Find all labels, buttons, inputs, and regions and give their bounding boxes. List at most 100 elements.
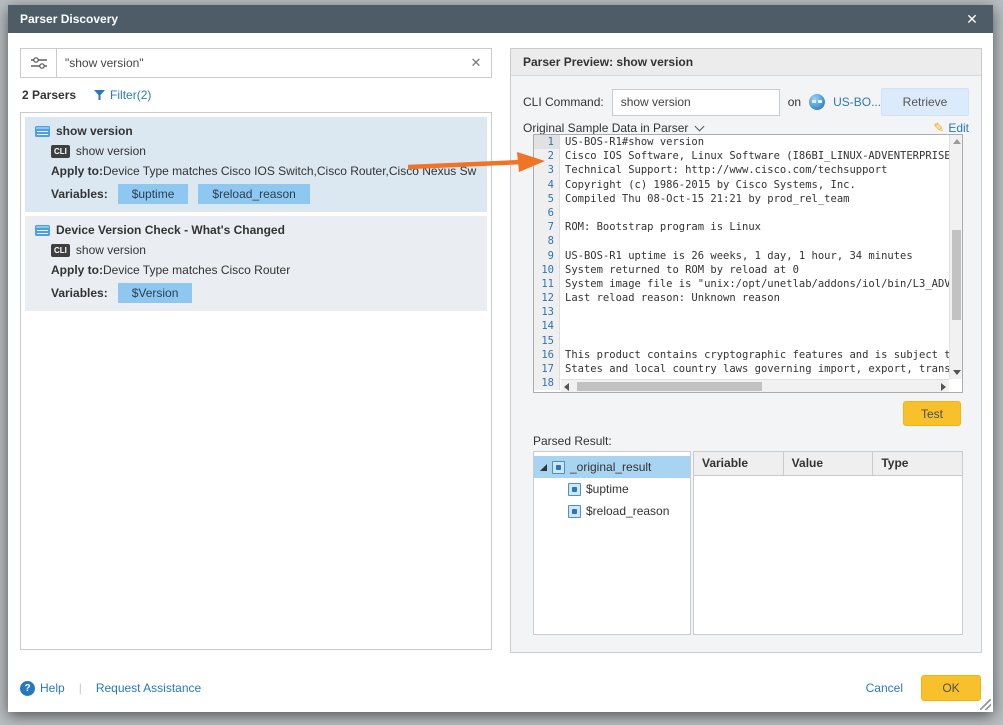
scroll-right-icon[interactable]	[941, 383, 946, 391]
line-number: 15	[534, 334, 560, 348]
line-number: 13	[534, 305, 560, 319]
code-line: Technical Support: http://www.cisco.com/…	[560, 163, 962, 177]
variables-label: Variables:	[51, 187, 108, 201]
request-assistance-link[interactable]: Request Assistance	[96, 681, 201, 695]
table-header-row: Variable Value Type	[694, 452, 962, 476]
parser-item-device-version-check[interactable]: Device Version Check - What's Changed CL…	[25, 216, 487, 311]
sample-data-editor[interactable]: 1US-BOS-R1#show version 2Cisco IOS Softw…	[533, 134, 963, 393]
line-number: 18	[534, 376, 560, 390]
code-line: US-BOS-R1#show version	[560, 135, 962, 149]
filter-link[interactable]: Filter(2)	[94, 88, 151, 102]
resize-grip[interactable]	[980, 699, 991, 710]
tree-node-label: _original_result	[570, 460, 651, 474]
device-link[interactable]: US-BO...	[833, 95, 881, 109]
scroll-down-icon[interactable]	[953, 370, 961, 375]
line-number: 1	[534, 135, 560, 149]
search-filter-options-button[interactable]	[21, 49, 57, 77]
dialog-footer: ? Help | Request Assistance Cancel OK	[20, 674, 981, 702]
code-line: System image file is "unix:/opt/unetlab/…	[560, 277, 962, 291]
cli-command-input[interactable]	[612, 89, 780, 116]
parser-count: 2 Parsers	[22, 88, 76, 102]
cli-badge-icon: CLI	[51, 244, 70, 257]
variable-chip: $uptime	[118, 184, 189, 204]
tree-expander-icon[interactable]	[540, 464, 547, 471]
line-number: 11	[534, 277, 560, 291]
variable-icon	[552, 461, 565, 474]
variable-icon	[568, 483, 581, 496]
tree-node-uptime[interactable]: $uptime	[534, 478, 690, 500]
vertical-scrollbar[interactable]	[949, 135, 962, 379]
variable-chip: $Version	[118, 283, 193, 303]
apply-to-label: Apply to:	[51, 164, 103, 178]
ok-button[interactable]: OK	[921, 675, 981, 701]
results-meta-row: 2 Parsers Filter(2)	[22, 88, 151, 102]
help-link[interactable]: Help	[40, 681, 65, 695]
apply-to-label: Apply to:	[51, 263, 103, 277]
parser-preview-panel: Parser Preview: show version CLI Command…	[510, 48, 982, 653]
line-number: 5	[534, 192, 560, 206]
cli-badge-icon: CLI	[51, 145, 70, 158]
parser-item-show-version[interactable]: show version CLI show version Apply to: …	[25, 117, 487, 212]
preview-title: Parser Preview: show version	[523, 55, 693, 69]
code-line	[560, 234, 962, 248]
horizontal-scrollbar[interactable]	[561, 379, 949, 392]
line-number: 2	[534, 149, 560, 163]
code-line: States and local country laws governing …	[560, 362, 962, 376]
scroll-up-icon[interactable]	[953, 139, 961, 144]
parser-discovery-dialog: Parser Discovery ✕ ✕ 2 Parsers Filter(2)	[8, 5, 993, 712]
scroll-left-icon[interactable]	[564, 383, 569, 391]
code-line	[560, 206, 962, 220]
line-number: 10	[534, 263, 560, 277]
sample-data-label[interactable]: Original Sample Data in Parser	[523, 121, 688, 135]
parser-title: show version	[56, 124, 133, 138]
code-line	[560, 319, 962, 333]
tree-node-label: $reload_reason	[586, 504, 669, 518]
variables-label: Variables:	[51, 286, 108, 300]
apply-to-value: Device Type matches Cisco Router	[103, 263, 290, 277]
funnel-icon	[94, 90, 105, 100]
line-number: 7	[534, 220, 560, 234]
clear-search-icon[interactable]: ✕	[461, 49, 491, 77]
parser-title: Device Version Check - What's Changed	[56, 223, 285, 237]
tree-node-label: $uptime	[586, 482, 629, 496]
code-line: Last reload reason: Unknown reason	[560, 291, 962, 305]
line-number: 4	[534, 178, 560, 192]
parser-cli-command: show version	[76, 144, 146, 158]
line-number: 6	[534, 206, 560, 220]
column-header-variable: Variable	[694, 452, 784, 475]
cancel-button[interactable]: Cancel	[866, 681, 903, 695]
tree-node-original-result[interactable]: _original_result	[534, 456, 690, 478]
line-number: 9	[534, 249, 560, 263]
line-number: 17	[534, 362, 560, 376]
code-line: Copyright (c) 1986-2015 by Cisco Systems…	[560, 178, 962, 192]
parser-icon	[35, 225, 50, 236]
line-number: 3	[534, 163, 560, 177]
cli-command-label: CLI Command:	[523, 95, 604, 109]
footer-divider: |	[79, 681, 82, 695]
column-header-type: Type	[873, 452, 962, 475]
code-line: This product contains cryptographic feat…	[560, 348, 962, 362]
retrieve-button[interactable]: Retrieve	[881, 88, 969, 116]
parsed-result-label: Parsed Result:	[533, 434, 612, 448]
close-icon[interactable]: ✕	[963, 10, 981, 28]
router-device-icon	[809, 94, 825, 110]
vertical-scroll-thumb[interactable]	[952, 230, 961, 320]
line-number: 14	[534, 319, 560, 333]
cli-command-row: CLI Command: on US-BO... Retrieve	[523, 87, 969, 117]
horizontal-scroll-thumb[interactable]	[577, 382, 762, 391]
column-header-value: Value	[784, 452, 874, 475]
parser-cli-command: show version	[76, 243, 146, 257]
variable-chip: $reload_reason	[198, 184, 309, 204]
dialog-title: Parser Discovery	[20, 12, 118, 26]
parsed-result-table: Variable Value Type	[693, 451, 963, 635]
preview-header: Parser Preview: show version	[511, 49, 981, 76]
code-line	[560, 305, 962, 319]
code-line: US-BOS-R1 uptime is 26 weeks, 1 day, 1 h…	[560, 249, 962, 263]
on-label: on	[788, 95, 801, 109]
search-input[interactable]	[57, 49, 461, 77]
line-number: 8	[534, 234, 560, 248]
test-button[interactable]: Test	[903, 401, 961, 426]
chevron-down-icon[interactable]	[695, 122, 705, 132]
parser-search-box: ✕	[20, 48, 492, 78]
tree-node-reload-reason[interactable]: $reload_reason	[534, 500, 690, 522]
